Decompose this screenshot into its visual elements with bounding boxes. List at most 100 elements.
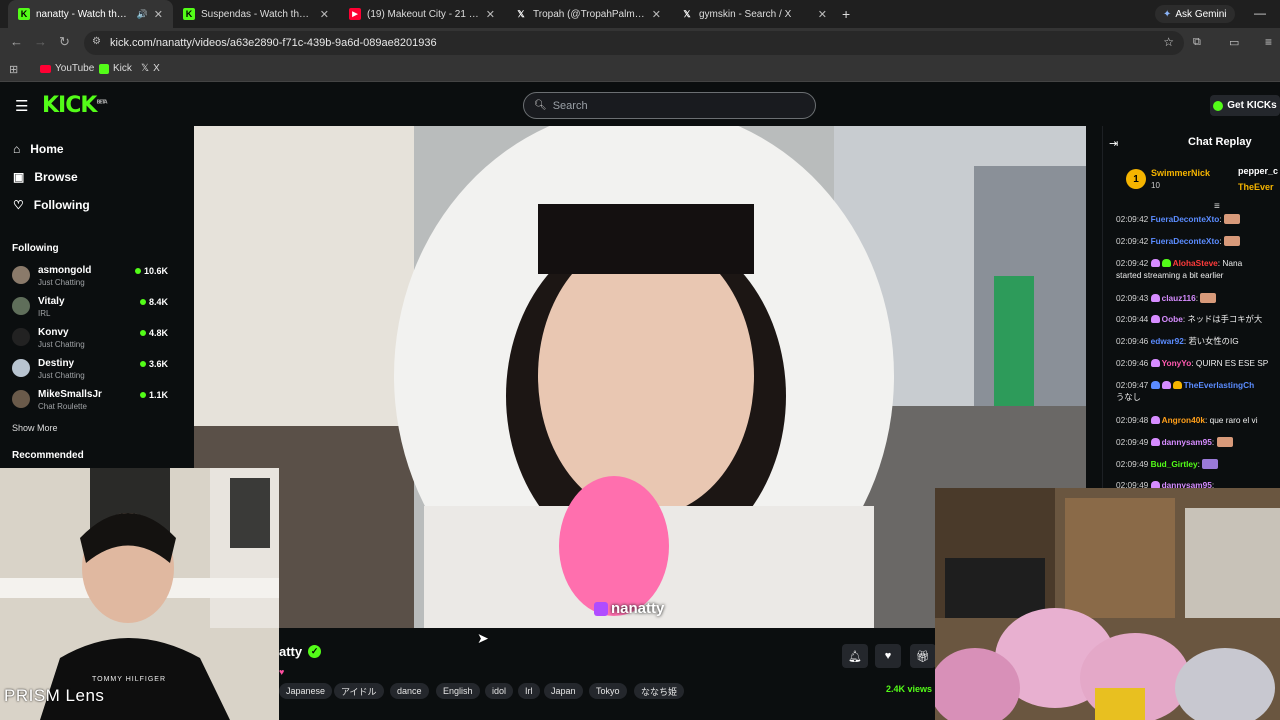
message-user[interactable]: AlohaSteve	[1173, 258, 1218, 268]
tab-title: gymskin - Search / X	[699, 8, 792, 20]
message-user[interactable]: Angron40k	[1162, 415, 1205, 425]
message-user[interactable]: clauz116	[1162, 293, 1196, 303]
speaker-icon[interactable]: 🔊	[137, 9, 148, 20]
minimize-icon[interactable]: —	[1254, 6, 1266, 20]
tag-chip[interactable]: Tokyo	[589, 683, 627, 699]
viewer-count: 1.1K	[139, 390, 168, 400]
emote-icon	[1216, 437, 1233, 447]
apps-grid-icon[interactable]: ⊞	[9, 63, 18, 76]
close-tab-icon[interactable]: ✕	[320, 8, 329, 21]
message-user[interactable]: FueraDeconteXto	[1151, 236, 1220, 246]
extensions-icon[interactable]: ⧉	[1193, 36, 1201, 49]
url-field[interactable]: ⚙ kick.com/nanatty/videos/a63e2890-f71c-…	[84, 31, 1184, 55]
message-user[interactable]: Bud_Girtley	[1151, 459, 1198, 469]
message-user[interactable]: TheEverlastingCh	[1184, 380, 1255, 390]
browser-tab-active[interactable]: K nanatty - Watch the VOD on 🔊 ✕	[8, 0, 173, 28]
back-icon[interactable]: ←	[10, 34, 23, 49]
viewers-text: 10.6K	[143, 266, 168, 276]
chat-filter-icon[interactable]: ≡	[1214, 201, 1220, 212]
emote-icon	[1200, 293, 1217, 303]
message-user[interactable]: dannysam95	[1162, 437, 1212, 447]
viewer-count: 3.6K	[139, 359, 168, 369]
browse-icon: ▣	[13, 170, 25, 184]
browser-tab[interactable]: ▶ (19) Makeout City - 21 - YouTub ✕	[339, 0, 505, 28]
viewers-text: 1.1K	[148, 390, 168, 400]
top-gifter-name[interactable]: TheEver	[1238, 182, 1274, 192]
following-channel-asmongold[interactable]: asmongold Just Chatting 10.6K	[12, 263, 168, 293]
following-channel-vitaly[interactable]: Vitaly IRL 8.4K	[12, 294, 168, 324]
tab-title: (19) Makeout City - 21 - YouTub	[367, 8, 480, 20]
tag-chip[interactable]: Japanese	[279, 683, 333, 699]
top-gifter-name[interactable]: pepper_c	[1238, 166, 1278, 176]
message-text: QUIRN ES ESE SP	[1195, 358, 1269, 368]
browser-tab[interactable]: 𝕏 Tropah (@TropahPalm) / X ✕	[505, 0, 671, 28]
nav-following[interactable]: ♡ Following	[13, 198, 90, 212]
message-time: 02:09:42	[1116, 214, 1149, 224]
tag-chip[interactable]: idol	[485, 683, 514, 699]
close-tab-icon[interactable]: ✕	[652, 8, 661, 21]
close-tab-icon[interactable]: ✕	[154, 8, 163, 21]
top-gifter-name[interactable]: SwimmerNick	[1151, 168, 1210, 178]
bookmarks-bar	[0, 58, 1280, 82]
viewer-count: 10.6K	[134, 266, 168, 276]
close-tab-icon[interactable]: ✕	[818, 8, 827, 21]
message-user[interactable]: Oobe	[1162, 314, 1183, 324]
live-dot	[134, 268, 141, 274]
gift-button[interactable]: 🎁︎	[910, 644, 936, 668]
reload-icon[interactable]: ↻	[59, 34, 70, 50]
youtube-favicon-icon: ▶	[349, 8, 361, 20]
avatar	[12, 297, 30, 315]
logo-beta: BETA	[96, 99, 107, 106]
kick-logo[interactable]: KICKBETA	[42, 93, 108, 118]
follow-heart-button[interactable]: ♥	[875, 644, 901, 668]
get-kicks-button[interactable]: Get KICKs	[1210, 95, 1280, 116]
forward-icon[interactable]: →	[34, 34, 47, 49]
emote-icon	[1223, 214, 1240, 224]
bookmark-youtube[interactable]: YouTube	[40, 63, 94, 74]
following-channel-konvy[interactable]: Konvy Just Chatting 4.8K	[12, 325, 168, 355]
browser-tab[interactable]: K Suspendas - Watch the VOD on ✕	[173, 0, 339, 28]
heart-icon: ♥	[884, 650, 892, 662]
notification-bell-button[interactable]: 🔔︎	[842, 644, 868, 668]
x-favicon-icon: 𝕏	[141, 63, 150, 74]
nav-label: Browse	[34, 170, 78, 184]
hamburger-menu-icon[interactable]: ☰	[15, 97, 28, 115]
new-tab-button[interactable]: +	[842, 6, 850, 22]
close-tab-icon[interactable]: ✕	[486, 8, 495, 21]
channel-category: Chat Roulette	[38, 402, 87, 411]
tag-chip[interactable]: ななち姫	[634, 683, 685, 699]
bookmark-x[interactable]: 𝕏 X	[141, 63, 160, 74]
message-time: 02:09:42	[1116, 236, 1149, 246]
menu-icon[interactable]: ≡	[1265, 35, 1272, 49]
chat-message: 02:09:42 AlohaSteve: Nana	[1116, 258, 1243, 268]
ask-gemini-button[interactable]: ✦ Ask Gemini	[1155, 5, 1235, 23]
tag-chip[interactable]: English	[436, 683, 480, 699]
following-channel-mikesmallsjr[interactable]: MikeSmallsJr Chat Roulette 1.1K	[12, 387, 168, 417]
sidepanel-icon[interactable]: ▭	[1229, 36, 1239, 49]
message-user[interactable]: FueraDeconteXto	[1151, 214, 1220, 224]
message-time: 02:09:42	[1116, 258, 1149, 268]
shirt-logo: TOMMY HILFIGER	[92, 676, 167, 683]
following-channel-destiny[interactable]: Destiny Just Chatting 3.6K	[12, 356, 168, 386]
browser-tab[interactable]: 𝕏 gymskin - Search / X ✕	[671, 0, 837, 28]
tag-chip[interactable]: Japan	[544, 683, 583, 699]
message-user[interactable]: YonyYo	[1162, 358, 1192, 368]
bookmark-kick[interactable]: Kick	[99, 63, 132, 74]
tag-chip[interactable]: dance	[390, 683, 429, 699]
nav-home[interactable]: ⌂ Home	[13, 142, 64, 156]
show-more-link[interactable]: Show More	[12, 423, 58, 433]
message-user[interactable]: edwar92	[1151, 336, 1184, 346]
site-info-icon[interactable]: ⚙	[92, 36, 101, 47]
tag-chip[interactable]: アイドル	[334, 683, 384, 699]
ask-gemini-label: Ask Gemini	[1175, 8, 1227, 20]
nav-browse[interactable]: ▣ Browse	[13, 170, 78, 184]
chat-message: 02:09:49 Bud_Girtley:	[1116, 459, 1280, 470]
collapse-chat-icon[interactable]: ⇥	[1109, 137, 1118, 150]
tag-chip[interactable]: Irl	[518, 683, 540, 699]
channel-name: MikeSmallsJr	[38, 389, 102, 400]
search-input[interactable]: 🔍︎ Search	[523, 92, 816, 119]
channel-info[interactable]: atty ✓	[279, 644, 322, 659]
viewers-text: 3.6K	[148, 359, 168, 369]
bookmark-star-icon[interactable]: ☆	[1163, 35, 1174, 49]
channel-name-heading: atty	[279, 644, 303, 659]
